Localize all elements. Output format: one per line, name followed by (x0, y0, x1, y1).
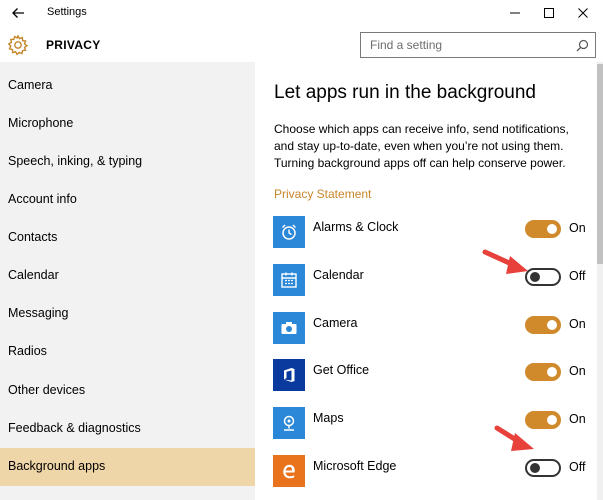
sidebar-item-feedback-diagnostics[interactable]: Feedback & diagnostics (0, 410, 255, 448)
toggle-knob (547, 224, 557, 234)
sidebar-item-contacts[interactable]: Contacts (0, 219, 255, 257)
sidebar: Camera Microphone Speech, inking, & typi… (0, 62, 255, 500)
sidebar-item-microphone[interactable]: Microphone (0, 105, 255, 143)
toggle-state-label: On (569, 364, 586, 378)
back-arrow-icon[interactable] (9, 4, 27, 22)
window-title: Settings (47, 6, 87, 18)
sidebar-item-label: Calendar (8, 268, 59, 282)
get-office-toggle[interactable] (525, 363, 561, 381)
app-name: Maps (313, 411, 344, 425)
close-button[interactable] (566, 0, 600, 26)
app-row: Calendar Off (273, 264, 593, 300)
app-name: Calendar (313, 268, 364, 282)
app-name: Microsoft Edge (313, 459, 397, 473)
sidebar-item-radios[interactable]: Radios (0, 333, 255, 371)
app-name: Camera (313, 316, 358, 330)
scrollbar[interactable] (597, 62, 603, 500)
settings-header: PRIVACY Find a setting (0, 26, 603, 62)
toggle-knob (547, 415, 557, 425)
toggle-state-label: Off (569, 269, 586, 283)
section-heading: Let apps run in the background (274, 82, 536, 103)
annotation-arrow-icon (494, 425, 534, 451)
toggle-state-label: Off (569, 460, 586, 474)
sidebar-item-label: Background apps (8, 459, 106, 473)
camera-icon (273, 312, 305, 344)
search-input[interactable]: Find a setting (360, 32, 596, 58)
main-content: Let apps run in the background Choose wh… (255, 62, 597, 500)
gear-icon (7, 34, 29, 56)
app-row: Maps On (273, 407, 593, 443)
edge-icon (273, 455, 305, 487)
toggle-state-label: On (569, 317, 586, 331)
app-name: Alarms & Clock (313, 220, 399, 234)
sidebar-item-label: Feedback & diagnostics (8, 421, 141, 435)
sidebar-item-account-info[interactable]: Account info (0, 181, 255, 219)
sidebar-item-label: Radios (8, 344, 47, 358)
toggle-state-label: On (569, 221, 586, 235)
section-description: Choose which apps can receive info, send… (274, 122, 569, 170)
sidebar-item-label: Other devices (8, 383, 86, 397)
scrollbar-thumb[interactable] (597, 64, 603, 264)
search-placeholder: Find a setting (370, 38, 443, 52)
maps-icon (273, 407, 305, 439)
calendar-icon (273, 264, 305, 296)
minimize-button[interactable] (498, 0, 532, 26)
sidebar-item-camera[interactable]: Camera (0, 67, 255, 105)
sidebar-item-other-devices[interactable]: Other devices (0, 372, 255, 410)
alarms-clock-toggle[interactable] (525, 220, 561, 238)
annotation-arrow-icon (482, 249, 528, 274)
sidebar-item-label: Messaging (8, 306, 69, 320)
minimize-icon (510, 12, 520, 14)
alarm-clock-icon (273, 216, 305, 248)
sidebar-item-label: Microphone (8, 116, 74, 130)
maximize-icon (544, 8, 554, 18)
app-row: Camera On (273, 312, 593, 348)
toggle-state-label: On (569, 412, 586, 426)
app-row: Get Office On (273, 359, 593, 395)
sidebar-item-label: Account info (8, 192, 77, 206)
sidebar-item-label: Contacts (8, 230, 58, 244)
search-icon[interactable] (576, 39, 589, 52)
title-bar: Settings (0, 0, 603, 26)
sidebar-item-label: Speech, inking, & typing (8, 154, 143, 168)
sidebar-item-speech-inking-typing[interactable]: Speech, inking, & typing (0, 143, 255, 181)
office-icon (273, 359, 305, 391)
microsoft-edge-toggle[interactable] (525, 459, 561, 477)
close-icon (578, 8, 588, 18)
sidebar-item-calendar[interactable]: Calendar (0, 257, 255, 295)
app-name: Get Office (313, 363, 370, 377)
toggle-knob (547, 367, 557, 377)
toggle-knob (530, 463, 540, 473)
sidebar-item-label: Camera (8, 78, 53, 92)
privacy-statement-link[interactable]: Privacy Statement (274, 187, 371, 201)
toggle-knob (547, 320, 557, 330)
sidebar-item-background-apps[interactable]: Background apps (0, 448, 255, 486)
camera-toggle[interactable] (525, 316, 561, 334)
app-row: Alarms & Clock On (273, 216, 593, 252)
page-title: PRIVACY (46, 38, 101, 52)
app-row: Microsoft Edge Off (273, 455, 593, 491)
maximize-button[interactable] (532, 0, 566, 26)
sidebar-item-messaging[interactable]: Messaging (0, 295, 255, 333)
